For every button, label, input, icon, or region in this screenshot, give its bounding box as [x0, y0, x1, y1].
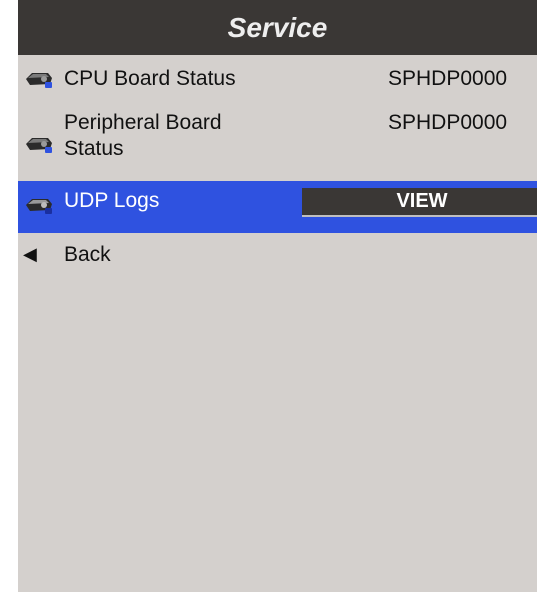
menu-item-cpu-board-status[interactable]: CPU Board Status SPHDP0000 [18, 63, 537, 103]
menu-item-value: SPHDP0000 [388, 111, 508, 134]
menu-item-value: SPHDP0000 [388, 67, 508, 90]
menu-item-label: Back [64, 243, 111, 266]
back-arrow-icon: ◀ [23, 244, 37, 264]
menu-item-peripheral-board-status[interactable]: Peripheral Board Status SPHDP0000 [18, 110, 537, 176]
view-button[interactable]: VIEW [302, 188, 537, 217]
menu-item-label: CPU Board Status [64, 67, 236, 90]
menu-item-label: Status [64, 137, 124, 160]
menu-item-back[interactable]: ◀ Back [18, 240, 537, 270]
menu-header: Service [18, 0, 537, 55]
menu-item-label: Peripheral Board [64, 111, 222, 134]
projector-icon [26, 199, 52, 214]
menu-item-label: UDP Logs [64, 189, 160, 212]
service-menu-panel: Service CPU Board Status SPHDP0000 Perip… [18, 0, 537, 592]
projector-icon [26, 138, 52, 153]
menu-item-udp-logs[interactable]: UDP Logs VIEW [18, 181, 537, 233]
page-title: Service [227, 11, 328, 43]
projector-icon [26, 73, 52, 88]
